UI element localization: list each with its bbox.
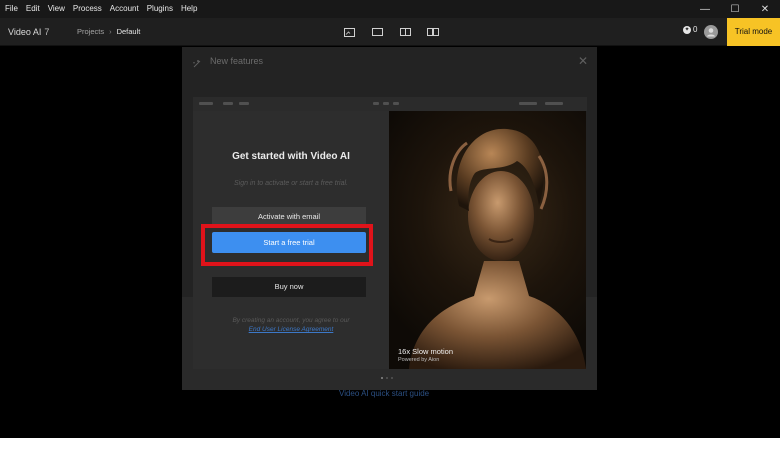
credits-value: 0 xyxy=(693,25,698,34)
close-icon[interactable]: ✕ xyxy=(578,54,588,68)
menu-edit[interactable]: Edit xyxy=(22,0,44,18)
feature-preview-image: 16x Slow motion Powered by Aion xyxy=(389,111,586,369)
single-view-icon[interactable] xyxy=(341,24,357,40)
breadcrumb-current: Default xyxy=(116,27,141,36)
credits-counter[interactable]: ✦ 0 xyxy=(683,25,697,34)
user-avatar[interactable] xyxy=(704,25,718,39)
portrait-illustration xyxy=(409,128,586,369)
window-controls: — ☐ ✕ xyxy=(690,0,780,18)
credits-icon: ✦ xyxy=(683,25,691,34)
eula-link[interactable]: End User License Agreement xyxy=(193,325,389,334)
feature-subtitle: Powered by Aion xyxy=(398,357,440,363)
buy-now-button[interactable]: Buy now xyxy=(212,277,366,297)
split-view-icon[interactable] xyxy=(397,24,413,40)
maximize-button[interactable]: ☐ xyxy=(720,0,750,18)
terms-prefix: By creating an account, you agree to our xyxy=(232,317,350,324)
carousel-dot[interactable] xyxy=(391,377,393,379)
feature-title: 16x Slow motion xyxy=(398,347,454,356)
carousel-dots xyxy=(381,377,393,379)
app-version: 7 xyxy=(44,27,50,37)
quick-start-guide-link[interactable]: Video AI quick start guide xyxy=(339,389,429,398)
side-by-side-view-icon[interactable] xyxy=(425,24,441,40)
menu-help[interactable]: Help xyxy=(177,0,201,18)
menu-view[interactable]: View xyxy=(44,0,69,18)
modal-subtitle: Sign in to activate or start a free tria… xyxy=(234,180,348,187)
app-title: Video AI 7 xyxy=(8,18,49,46)
user-icon xyxy=(707,28,715,37)
breadcrumb-separator: › xyxy=(109,27,112,36)
carousel-dot[interactable] xyxy=(386,377,388,379)
app-header: Video AI 7 Projects › Default ✦ 0 Trial … xyxy=(0,18,780,46)
sparkle-icon xyxy=(192,56,202,74)
app-window: File Edit View Process Account Plugins H… xyxy=(0,0,780,438)
wide-view-icon[interactable] xyxy=(369,24,385,40)
terms-text: By creating an account, you agree to our… xyxy=(193,316,389,334)
menu-process[interactable]: Process xyxy=(69,0,106,18)
highlight-annotation xyxy=(201,224,373,266)
breadcrumb-projects[interactable]: Projects xyxy=(77,18,104,46)
app-name: Video AI xyxy=(8,27,42,37)
minimize-button[interactable]: — xyxy=(690,0,720,18)
close-window-button[interactable]: ✕ xyxy=(750,0,780,18)
modal-title: Get started with Video AI xyxy=(232,151,350,162)
carousel-dot[interactable] xyxy=(381,377,383,379)
menu-account[interactable]: Account xyxy=(106,0,143,18)
trial-mode-button[interactable]: Trial mode xyxy=(727,18,780,46)
breadcrumb: Projects › Default xyxy=(77,18,140,46)
menu-file[interactable]: File xyxy=(0,0,22,18)
menu-plugins[interactable]: Plugins xyxy=(143,0,177,18)
menubar: File Edit View Process Account Plugins H… xyxy=(0,0,780,18)
preview-toolbar xyxy=(193,97,587,111)
view-mode-group xyxy=(341,24,441,40)
new-features-title: New features xyxy=(210,56,264,66)
